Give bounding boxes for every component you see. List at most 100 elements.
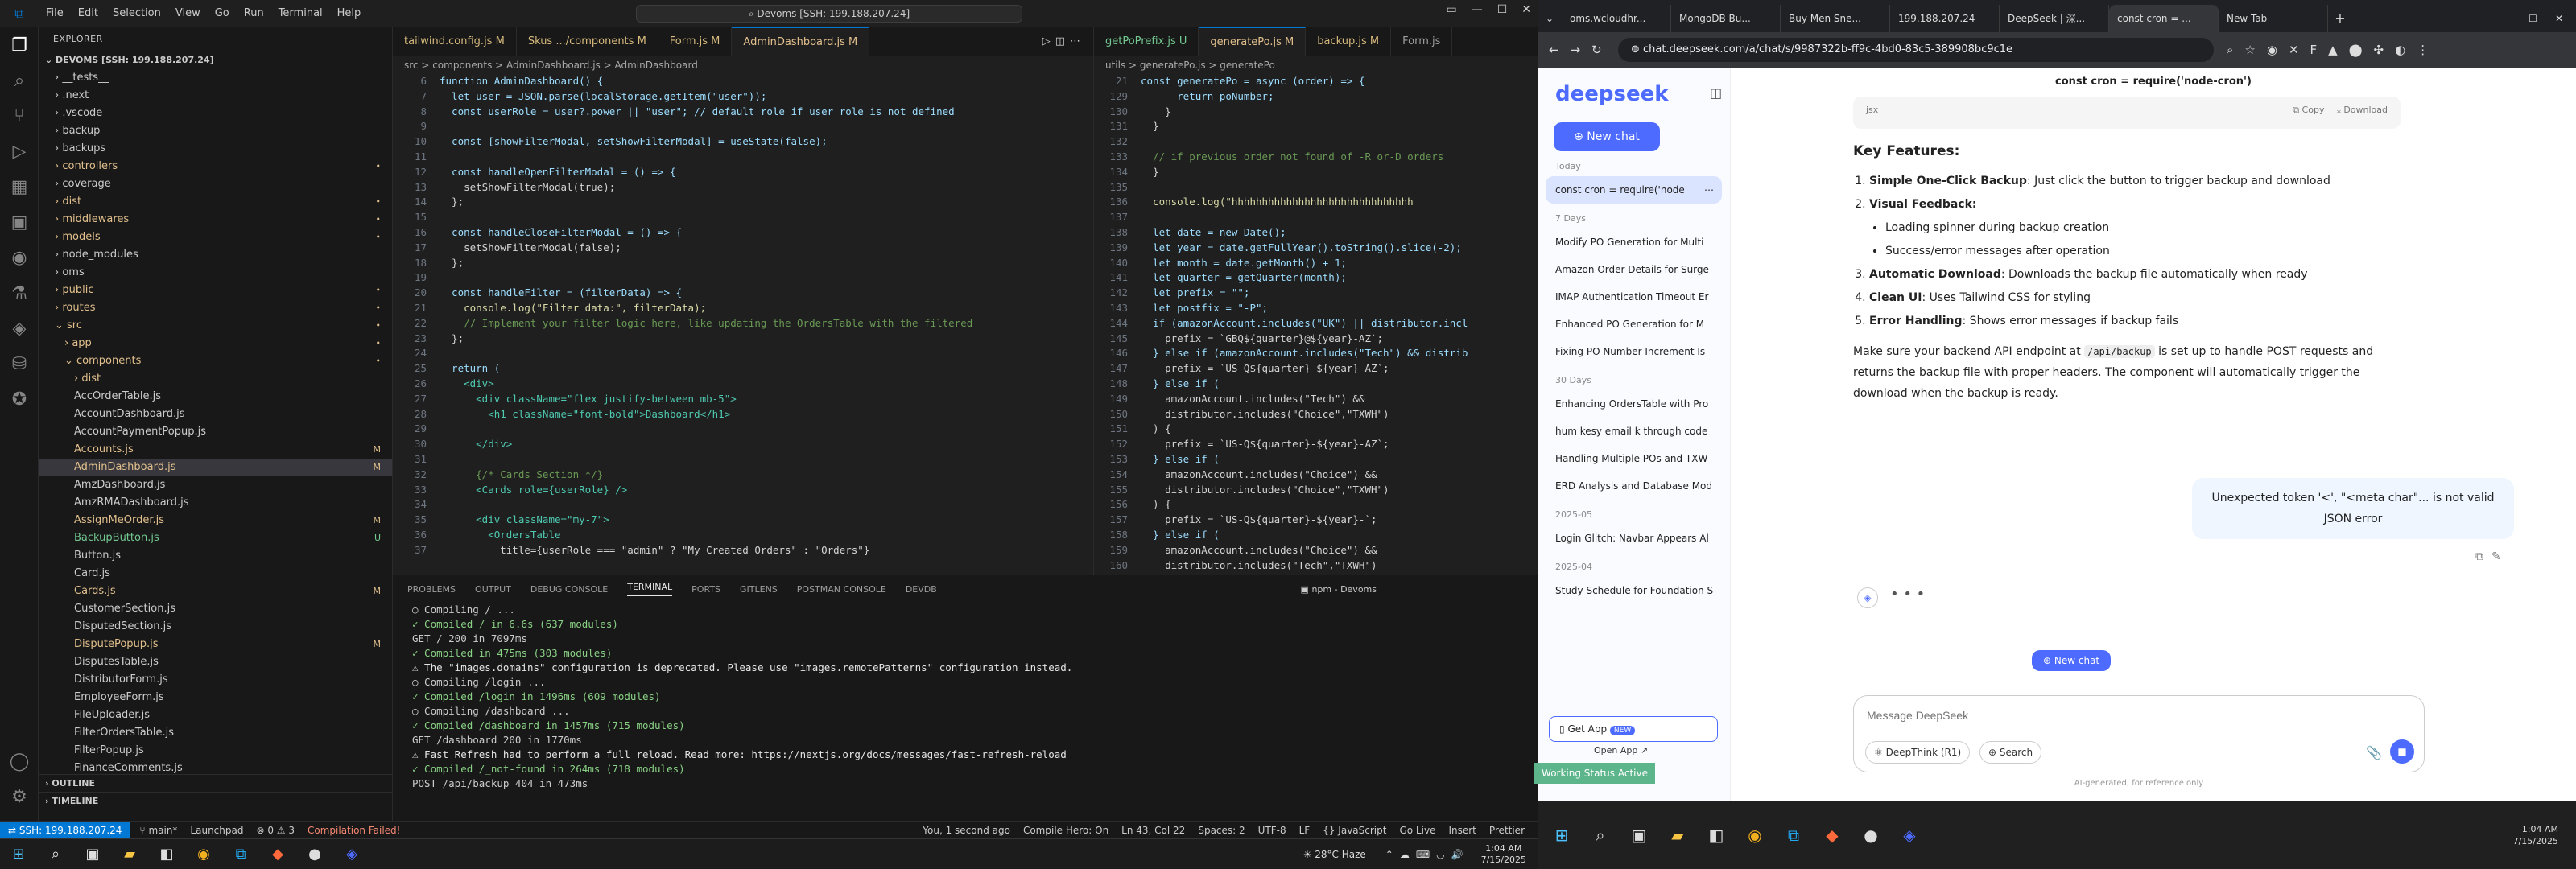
github-icon[interactable]: ● — [300, 842, 329, 867]
chat-title[interactable]: const cron = require('node-cron') — [1731, 68, 2576, 97]
search-icon[interactable]: ⌕ — [0, 63, 39, 98]
code-line[interactable]: 136 console.log("hhhhhhhhhhhhhhhhhhhhhhh… — [1094, 195, 1538, 210]
code-line[interactable]: 28 <h1 className="font-bold">Dashboard</… — [393, 407, 1093, 422]
tab-form[interactable]: Form.js M — [658, 27, 733, 56]
extension-icon[interactable]: ✕ — [2289, 43, 2310, 57]
tab-backup[interactable]: backup.js M — [1306, 27, 1392, 56]
code-line[interactable]: 18 }; — [393, 256, 1093, 271]
postman-icon[interactable]: ✪ — [0, 381, 39, 417]
panel-tab-debug-console[interactable]: DEBUG CONSOLE — [530, 584, 608, 595]
settings-gear-icon[interactable]: ⚙ — [0, 779, 39, 814]
profile-icon[interactable]: ◐ — [2395, 43, 2417, 57]
cursor-position[interactable]: Ln 43, Col 22 — [1121, 825, 1185, 836]
tab-tailwind-config[interactable]: tailwind.config.js M — [393, 27, 517, 56]
testing-icon[interactable]: ⚗ — [0, 275, 39, 311]
panel-tab-ports[interactable]: PORTS — [691, 584, 720, 595]
code-line[interactable]: 131 } — [1094, 119, 1538, 134]
code-line[interactable]: 140 let month = date.getMonth() + 1; — [1094, 256, 1538, 271]
breadcrumb-left[interactable]: src > components > AdminDashboard.js > A… — [393, 56, 1093, 74]
history-item[interactable]: Login Glitch: Navbar Appears Al — [1538, 525, 1730, 552]
tab-skus[interactable]: Skus .../components M — [517, 27, 658, 56]
code-line[interactable]: 142 let prefix = ""; — [1094, 286, 1538, 301]
code-line[interactable]: 32 {/* Cards Section */} — [393, 467, 1093, 483]
search-icon[interactable]: ⌕ — [1583, 819, 1618, 851]
send-button[interactable]: ■ — [2390, 739, 2414, 764]
menu-file[interactable]: File — [46, 7, 64, 19]
tree-folder[interactable]: › .next — [39, 87, 392, 105]
chrome-icon[interactable]: ◉ — [189, 842, 218, 867]
get-app-button[interactable]: ▯ Get App NEW — [1549, 716, 1718, 742]
start-icon[interactable]: ⊞ — [4, 842, 33, 867]
deepseek-logo[interactable]: deepseek — [1538, 68, 1730, 106]
code-line[interactable]: 153 } else if ( — [1094, 452, 1538, 467]
tree-folder[interactable]: › backups — [39, 140, 392, 158]
panel-tab-terminal[interactable]: TERMINAL — [627, 582, 673, 596]
open-app-tooltip[interactable]: Open App ↗ — [1594, 745, 1648, 756]
task-view-icon[interactable]: ▣ — [1621, 819, 1657, 851]
code-line[interactable]: 146 } else if (amazonAccount.includes("T… — [1094, 346, 1538, 361]
code-line[interactable]: 24 — [393, 346, 1093, 361]
history-item[interactable]: Enhanced PO Generation for M — [1538, 311, 1730, 338]
extension-icon[interactable]: ▲ — [2328, 43, 2349, 57]
run-icon[interactable]: ▷ — [1042, 35, 1055, 47]
tree-folder[interactable]: ⌄ src • — [39, 317, 392, 335]
tree-folder[interactable]: › routes • — [39, 299, 392, 317]
deepthink-toggle[interactable]: ⚛ DeepThink (R1) — [1865, 741, 1971, 764]
browser-tab[interactable]: New Tab — [2219, 5, 2328, 32]
extension-icon[interactable]: F — [2310, 43, 2329, 57]
code-line[interactable]: 20 const handleFilter = (filterData) => … — [393, 286, 1093, 301]
browser-tab[interactable]: DeepSeek | 深... — [2000, 5, 2109, 32]
problems-status[interactable]: ⊗ 0 ⚠ 3 — [256, 825, 295, 836]
code-editor-right[interactable]: 21 const generatePo = async (order) => {1… — [1094, 74, 1538, 573]
history-item[interactable]: Fixing PO Number Increment Is — [1538, 338, 1730, 365]
code-line[interactable]: 148 } else if ( — [1094, 377, 1538, 392]
tree-file[interactable]: AssignMeOrder.js M — [39, 512, 392, 529]
code-line[interactable]: 29 — [393, 422, 1093, 437]
code-line[interactable]: 6 function AdminDashboard() { — [393, 74, 1093, 89]
source-control-icon[interactable]: ⑂ — [0, 98, 39, 134]
code-line[interactable]: 156 ) { — [1094, 497, 1538, 513]
file-explorer-icon[interactable]: ▰ — [115, 842, 144, 867]
launchpad-status[interactable]: Launchpad — [190, 825, 243, 836]
more-icon[interactable]: ⋯ — [1070, 35, 1085, 47]
maximize-icon[interactable]: ☐ — [1497, 3, 1508, 16]
menu-terminal[interactable]: Terminal — [279, 7, 323, 19]
tree-file[interactable]: AccountDashboard.js — [39, 406, 392, 423]
tree-file[interactable]: Accounts.js M — [39, 441, 392, 459]
code-line[interactable]: 144 if (amazonAccount.includes("UK") || … — [1094, 316, 1538, 332]
split-editor-icon[interactable]: ◫ — [1055, 35, 1070, 47]
layout-icon[interactable]: ▭ — [1446, 3, 1456, 16]
history-item[interactable]: ERD Analysis and Database Mod — [1538, 472, 1730, 500]
history-item[interactable]: Enhancing OrdersTable with Pro — [1538, 390, 1730, 418]
tree-folder[interactable]: › middlewares • — [39, 211, 392, 229]
more-icon[interactable]: ⋯ — [1704, 176, 1714, 204]
docker-icon[interactable]: ◈ — [0, 311, 39, 346]
tree-folder[interactable]: › models • — [39, 229, 392, 246]
tree-folder[interactable]: › .vscode — [39, 105, 392, 122]
tree-folder[interactable]: › backup — [39, 122, 392, 140]
history-item[interactable]: hum kesy email k through code — [1538, 418, 1730, 445]
browser-tab[interactable]: oms.wcloudhr... — [1562, 5, 1671, 32]
tree-file[interactable]: Card.js — [39, 565, 392, 583]
close-icon[interactable]: ✕ — [2555, 5, 2563, 32]
tree-file[interactable]: FileUploader.js — [39, 706, 392, 724]
panel-tab-postman-console[interactable]: POSTMAN CONSOLE — [797, 584, 886, 595]
panel-tab-problems[interactable]: PROBLEMS — [407, 584, 456, 595]
code-line[interactable]: 130 } — [1094, 105, 1538, 120]
code-line[interactable]: 157 prefix = `US-Q${quarter}-${year}-`; — [1094, 513, 1538, 528]
code-line[interactable]: 8 const userRole = user?.power || "user"… — [393, 105, 1093, 120]
reload-icon[interactable]: ↻ — [1591, 43, 1613, 57]
code-line[interactable]: 22 // Implement your filter logic here, … — [393, 316, 1093, 332]
file-explorer-icon[interactable]: ▰ — [1660, 819, 1695, 851]
deepseek-taskbar-icon[interactable]: ◈ — [1892, 819, 1927, 851]
browser-tab[interactable]: 199.188.207.24 — [1890, 5, 2000, 32]
history-item[interactable]: Handling Multiple POs and TXW — [1538, 445, 1730, 472]
clock-right[interactable]: 1:04 AM 7/15/2025 — [2513, 823, 2558, 847]
extension-icon[interactable]: ◉ — [2267, 43, 2289, 57]
github-icon[interactable]: ● — [1853, 819, 1889, 851]
tree-file[interactable]: › dist — [39, 370, 392, 388]
store-icon[interactable]: ◧ — [152, 842, 181, 867]
code-line[interactable]: 135 — [1094, 180, 1538, 196]
tree-folder[interactable]: › oms — [39, 264, 392, 282]
browser-tab[interactable]: Buy Men Sne... — [1781, 5, 1890, 32]
